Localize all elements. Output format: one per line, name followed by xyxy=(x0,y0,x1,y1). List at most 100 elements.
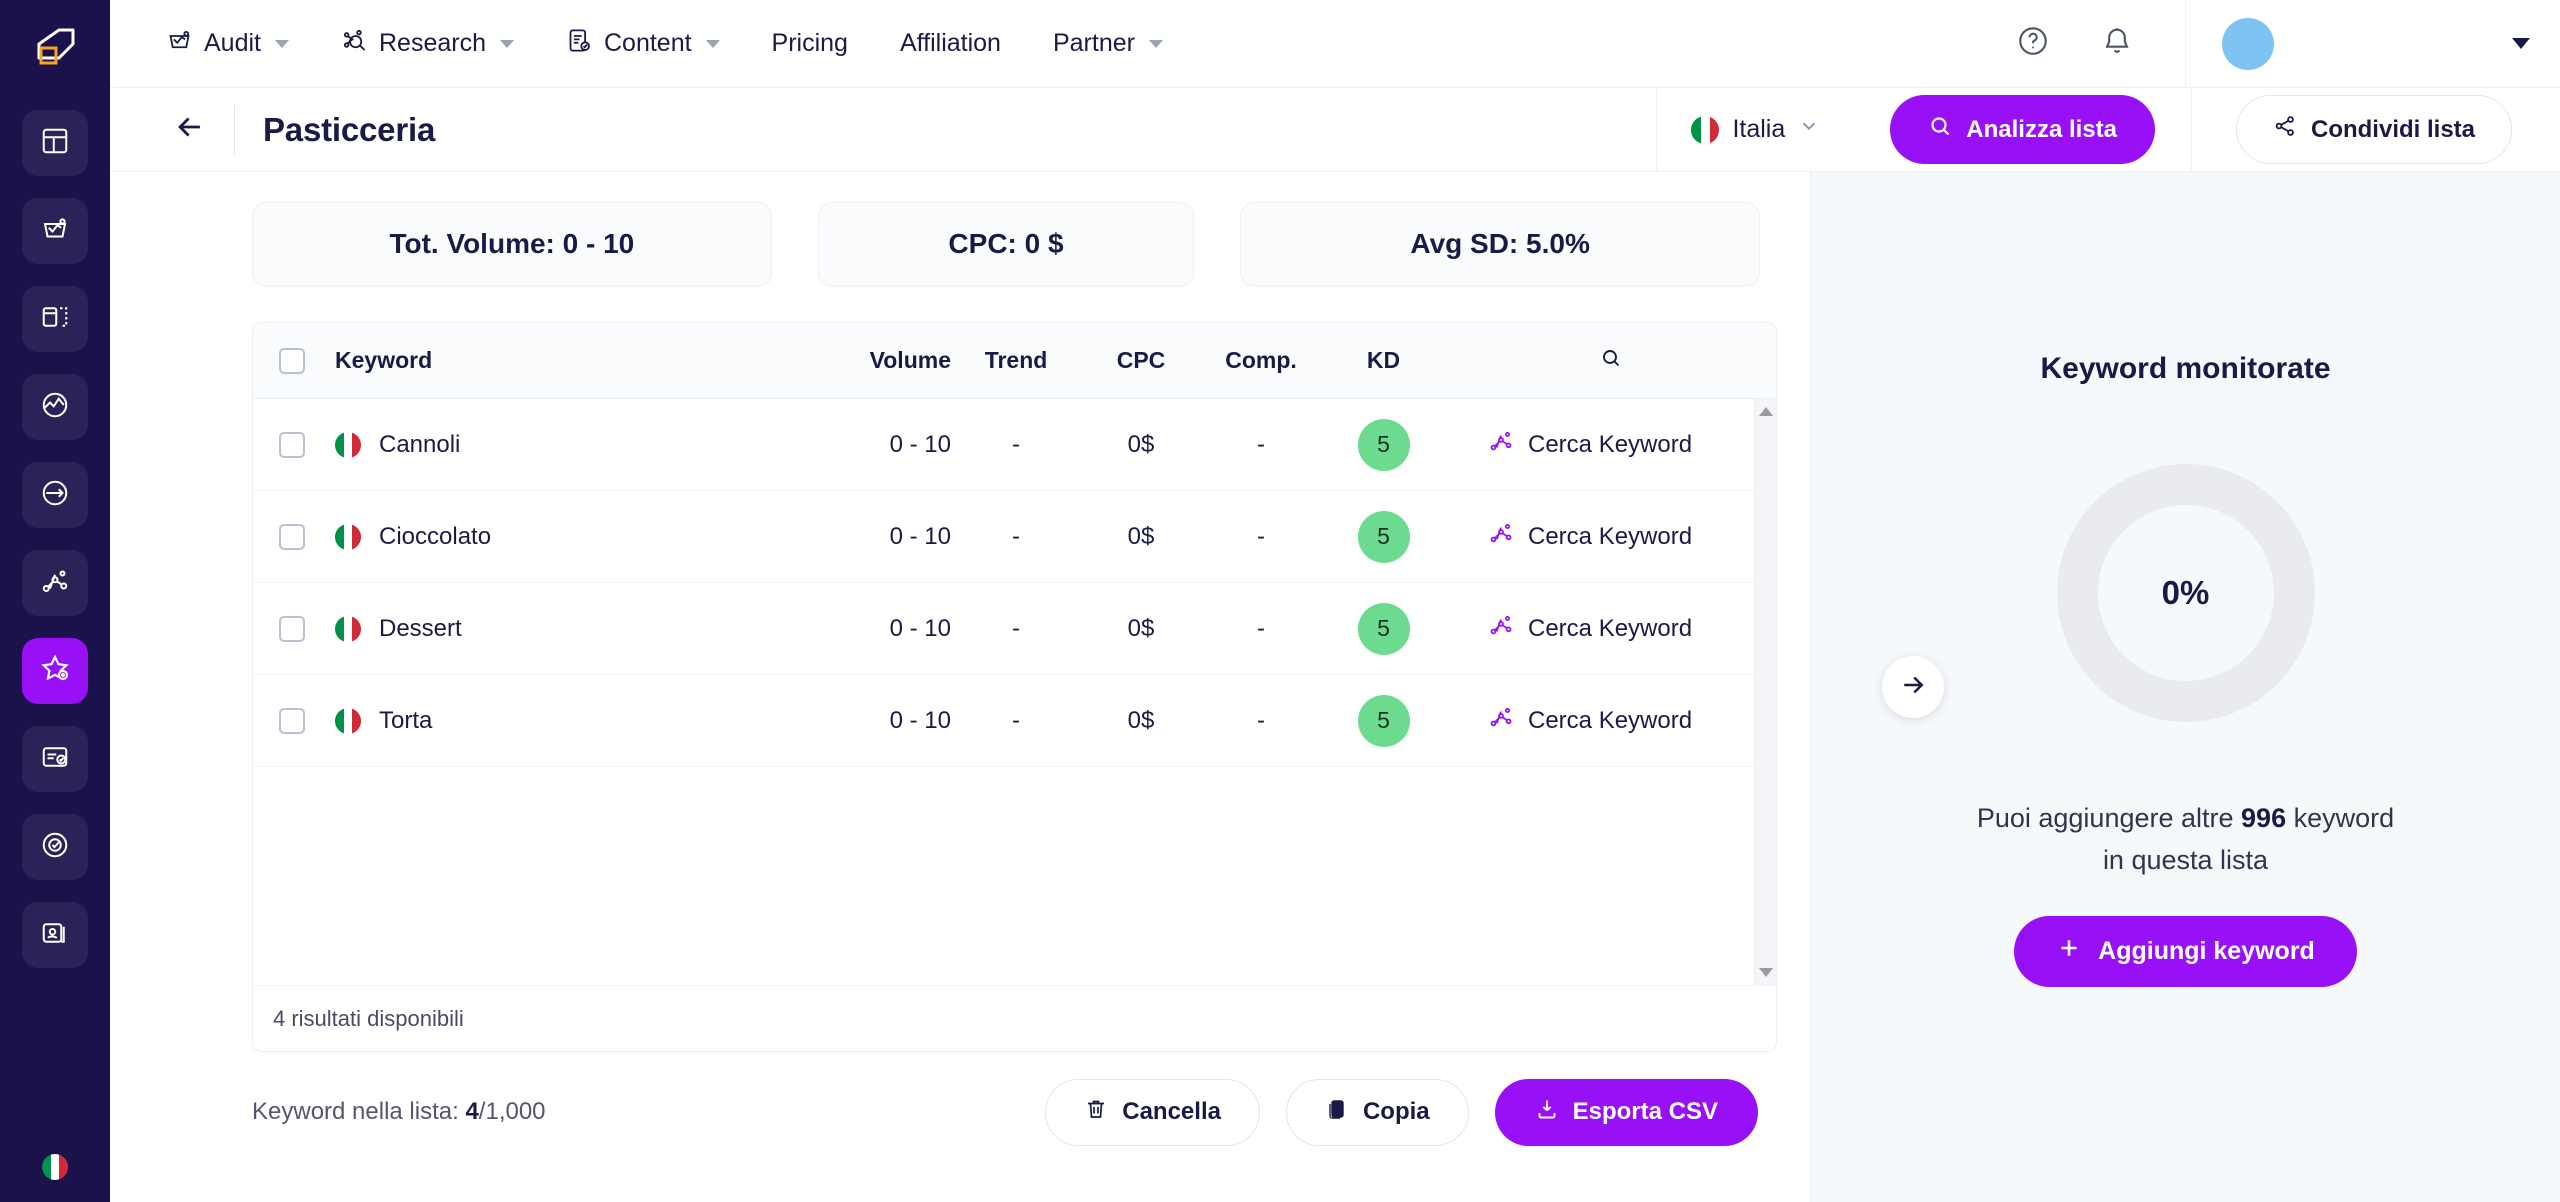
scroll-down-arrow-icon[interactable] xyxy=(1758,968,1773,977)
cell-kd: 5 xyxy=(1321,694,1446,747)
search-icon[interactable] xyxy=(1599,346,1623,376)
page-body: Tot. Volume: 0 - 10 CPC: 0 $ Avg SD: 5.0… xyxy=(110,172,2560,1202)
cell-action: Cerca Keyword xyxy=(1446,428,1776,461)
sidebar-item-keyword-research[interactable] xyxy=(22,550,88,616)
sidebar-item-keyword-lists[interactable] xyxy=(22,638,88,704)
keyword-label: Dessert xyxy=(379,614,462,642)
nav-item-partner[interactable]: Partner xyxy=(1027,0,1189,88)
row-checkbox[interactable] xyxy=(279,523,305,550)
cell-keyword: Torta xyxy=(331,707,801,735)
account-menu[interactable] xyxy=(2200,0,2560,88)
nav-item-content[interactable]: Content xyxy=(540,0,746,88)
sidebar-item-market[interactable] xyxy=(22,374,88,440)
collapse-pane-button[interactable] xyxy=(1882,656,1944,718)
arrow-right-icon xyxy=(1898,670,1928,705)
add-keyword-label: Aggiungi keyword xyxy=(2098,936,2315,965)
nav-item-label: Research xyxy=(378,29,486,57)
table-row[interactable]: Dessert 0 - 10 - 0$ - 5 Cerca Keyword xyxy=(253,583,1776,675)
download-icon xyxy=(1535,1097,1559,1128)
keyword-network-icon xyxy=(40,566,70,601)
search-keyword-link[interactable]: Cerca Keyword xyxy=(1446,612,1692,645)
select-all-cell xyxy=(253,347,331,374)
delete-button[interactable]: Cancella xyxy=(1045,1078,1260,1146)
scroll-up-arrow-icon[interactable] xyxy=(1758,407,1773,416)
chevron-down-icon[interactable] xyxy=(2512,38,2530,49)
keyword-count-value: 4 xyxy=(465,1098,479,1125)
page-title: Pasticceria xyxy=(263,110,436,148)
it-flag-icon xyxy=(42,1154,68,1180)
nav-items: Audit Research Content Pricing Affiliati… xyxy=(140,0,1189,88)
analyze-list-button[interactable]: Analizza lista xyxy=(1890,95,2155,164)
keyword-label: Cannoli xyxy=(379,430,461,458)
nav-item-affiliation[interactable]: Affiliation xyxy=(874,0,1027,88)
search-keyword-link[interactable]: Cerca Keyword xyxy=(1446,520,1692,553)
sidebar-item-content[interactable] xyxy=(22,726,88,792)
cell-comp: - xyxy=(1257,706,1265,734)
analyze-wrap: Analizza lista xyxy=(1854,95,2191,164)
sidebar-language-flag[interactable] xyxy=(42,1154,68,1180)
select-all-checkbox[interactable] xyxy=(279,347,305,374)
back-button[interactable] xyxy=(160,110,220,149)
help-button[interactable] xyxy=(2005,16,2061,72)
pages-stack-icon xyxy=(40,302,70,337)
cell-action: Cerca Keyword xyxy=(1446,612,1776,645)
cell-cpc: 0$ xyxy=(1127,614,1155,642)
search-keyword-link[interactable]: Cerca Keyword xyxy=(1446,428,1692,461)
header-search-cell xyxy=(1446,346,1776,376)
list-pane: Tot. Volume: 0 - 10 CPC: 0 $ Avg SD: 5.0… xyxy=(110,172,1810,1202)
keyword-table: Keyword Volume Trend CPC Comp. KD Cannol… xyxy=(252,322,1777,1052)
search-keyword-link[interactable]: Cerca Keyword xyxy=(1446,704,1692,737)
header-kd[interactable]: KD xyxy=(1321,347,1446,374)
keyword-label: Cioccolato xyxy=(379,522,492,550)
nav-item-label: Content xyxy=(603,29,692,57)
share-list-button[interactable]: Condividi lista xyxy=(2235,95,2512,164)
row-checkbox[interactable] xyxy=(279,707,305,734)
cell-kd: 5 xyxy=(1321,510,1446,563)
table-scrollbar[interactable] xyxy=(1754,399,1776,985)
sidebar-item-profiles[interactable] xyxy=(22,902,88,968)
search-icon xyxy=(1928,114,1952,145)
sidebar-item-backlinks[interactable] xyxy=(22,462,88,528)
header-keyword[interactable]: Keyword xyxy=(331,347,801,374)
add-keyword-button[interactable]: Aggiungi keyword xyxy=(2014,915,2357,987)
nav-item-audit[interactable]: Audit xyxy=(140,0,315,88)
notifications-button[interactable] xyxy=(2089,16,2145,72)
results-count: 4 risultati disponibili xyxy=(273,1005,464,1031)
nav-item-label: Partner xyxy=(1052,29,1135,57)
sidebar-item-audit[interactable] xyxy=(22,198,88,264)
row-select-cell xyxy=(253,523,331,550)
notification-bell-icon xyxy=(2100,24,2134,63)
table-row[interactable]: Cannoli 0 - 10 - 0$ - 5 Cerca Keyword xyxy=(253,399,1776,491)
add-more-value: 996 xyxy=(2241,803,2287,833)
header-cpc[interactable]: CPC xyxy=(1081,347,1201,374)
add-more-prefix: Puoi aggiungere altre xyxy=(1976,803,2242,833)
nav-item-pricing[interactable]: Pricing xyxy=(746,0,874,88)
header-comp[interactable]: Comp. xyxy=(1201,347,1321,374)
keyword-count-suffix: /1,000 xyxy=(478,1098,546,1125)
row-checkbox[interactable] xyxy=(279,431,305,458)
copy-button[interactable]: Copia xyxy=(1285,1078,1469,1146)
cell-cpc: 0$ xyxy=(1127,706,1155,734)
sidebar-item-dashboard[interactable] xyxy=(22,110,88,176)
donut-center-value: 0% xyxy=(2161,574,2210,611)
content-doc-icon xyxy=(566,27,593,61)
export-csv-button[interactable]: Esporta CSV xyxy=(1494,1078,1758,1146)
sidebar-item-tracking[interactable] xyxy=(22,814,88,880)
header-trend[interactable]: Trend xyxy=(951,347,1081,374)
sidebar-item-pages[interactable] xyxy=(22,286,88,352)
table-row[interactable]: Cioccolato 0 - 10 - 0$ - 5 Cerca Keyword xyxy=(253,491,1776,583)
star-plus-icon xyxy=(39,653,71,690)
kd-badge: 5 xyxy=(1357,694,1410,747)
row-select-cell xyxy=(253,431,331,458)
cell-action: Cerca Keyword xyxy=(1446,520,1776,553)
stat-label: Tot. Volume: 0 - 10 xyxy=(389,228,635,259)
header-volume[interactable]: Volume xyxy=(801,347,951,374)
row-select-cell xyxy=(253,615,331,642)
country-selector[interactable]: Italia xyxy=(1657,115,1854,144)
brand-logo[interactable] xyxy=(23,18,87,82)
row-checkbox[interactable] xyxy=(279,615,305,642)
cell-trend: - xyxy=(1012,522,1020,550)
avatar[interactable] xyxy=(2222,17,2274,70)
nav-item-research[interactable]: Research xyxy=(315,0,540,88)
table-row[interactable]: Torta 0 - 10 - 0$ - 5 Cerca Keyword xyxy=(253,675,1776,767)
